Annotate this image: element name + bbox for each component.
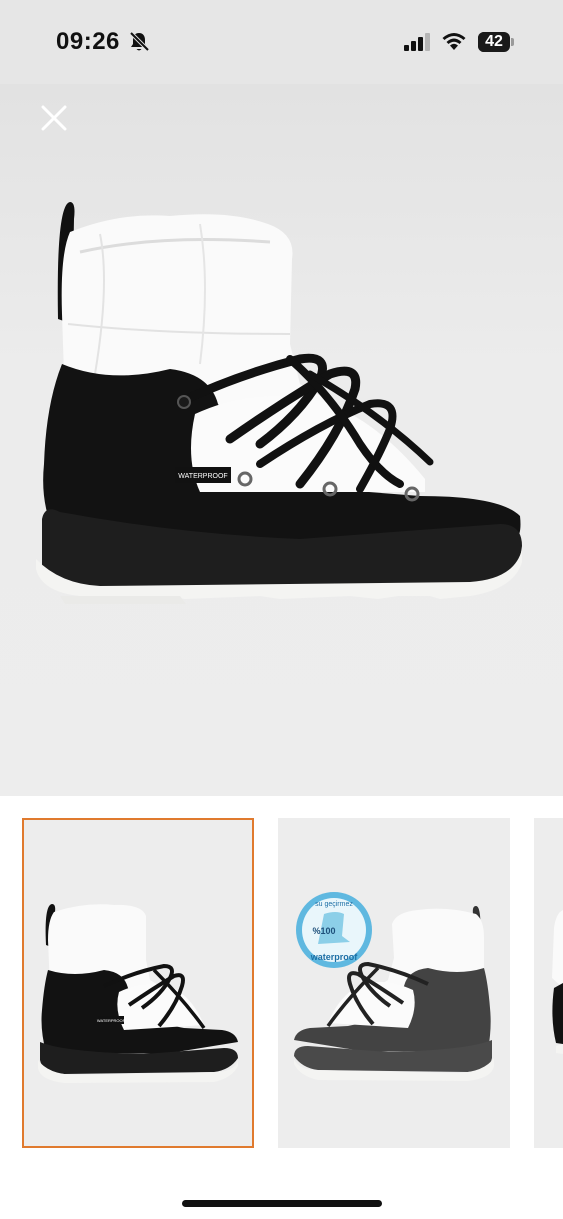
thumbnail-3[interactable] xyxy=(534,818,563,1148)
thumbnail-1-tag-label: WATERPROOF xyxy=(97,1018,126,1023)
waterproof-tag-label: WATERPROOF xyxy=(178,473,227,480)
thumbnail-1-image: WATERPROOF xyxy=(38,904,238,1083)
thumbnail-2-image: su geçirmez %100 waterproof xyxy=(294,892,494,1081)
close-icon[interactable] xyxy=(38,102,70,134)
status-bar: 09:26 42 xyxy=(0,0,563,84)
status-time: 09:26 xyxy=(56,28,120,55)
waterproof-badge-bottom: waterproof xyxy=(310,952,359,962)
thumbnail-3-image xyxy=(552,910,563,1054)
wifi-icon xyxy=(442,33,466,50)
thumbnail-2[interactable]: su geçirmez %100 waterproof xyxy=(278,818,510,1148)
bell-slash-icon xyxy=(129,31,150,52)
cellular-signal-icon xyxy=(404,33,430,51)
thumbnail-1[interactable]: WATERPROOF xyxy=(22,818,254,1148)
battery-level: 42 xyxy=(485,33,503,50)
home-indicator[interactable] xyxy=(182,1200,382,1207)
waterproof-badge-top: su geçirmez xyxy=(315,901,353,908)
main-product-image[interactable]: WATERPROOF xyxy=(0,84,563,796)
battery-icon: 42 xyxy=(478,32,514,52)
waterproof-badge-percent: %100 xyxy=(312,926,335,936)
